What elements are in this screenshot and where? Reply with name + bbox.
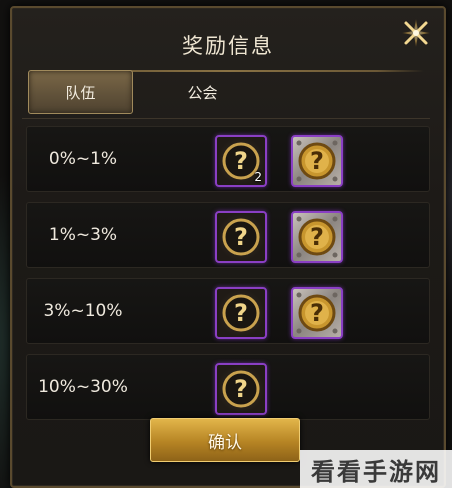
svg-text:?: ? [310, 299, 324, 327]
tab-guild[interactable]: 公会 [150, 70, 255, 114]
rank-range-label: 1%~3% [48, 225, 118, 245]
mystery-box-dark-icon[interactable]: ? [215, 363, 267, 415]
mystery-box-dark-icon[interactable]: ? [215, 287, 267, 339]
reward-row: 10%~30% ? [26, 354, 430, 420]
svg-text:?: ? [234, 147, 248, 175]
mystery-box-dark-icon[interactable]: ? [215, 211, 267, 263]
svg-text:?: ? [234, 299, 248, 327]
svg-text:?: ? [310, 223, 324, 251]
watermark: 看看手游网 [300, 450, 452, 488]
mystery-box-gold-icon[interactable]: ? [291, 287, 343, 339]
rank-range-label: 10%~30% [38, 377, 128, 397]
confirm-button[interactable]: 确认 [150, 418, 300, 462]
rank-range-label: 0%~1% [48, 149, 118, 169]
svg-text:?: ? [310, 147, 324, 175]
tab-bar: 队伍 公会 [22, 66, 430, 120]
mystery-box-gold-icon[interactable]: ? [291, 211, 343, 263]
reward-row: 0%~1% ? 2 ? [26, 126, 430, 192]
tab-team[interactable]: 队伍 [28, 70, 133, 114]
tab-divider [22, 118, 430, 119]
svg-text:?: ? [234, 223, 248, 251]
reward-row: 3%~10% ? ? [26, 278, 430, 344]
mystery-box-dark-icon[interactable]: ? 2 [215, 135, 267, 187]
item-quantity: 2 [254, 170, 262, 184]
close-icon[interactable] [398, 15, 434, 51]
svg-text:?: ? [234, 375, 248, 403]
rank-range-label: 3%~10% [43, 301, 123, 321]
dialog-title: 奖励信息 [182, 34, 274, 58]
mystery-box-gold-icon[interactable]: ? [291, 135, 343, 187]
reward-row: 1%~3% ? ? [26, 202, 430, 268]
